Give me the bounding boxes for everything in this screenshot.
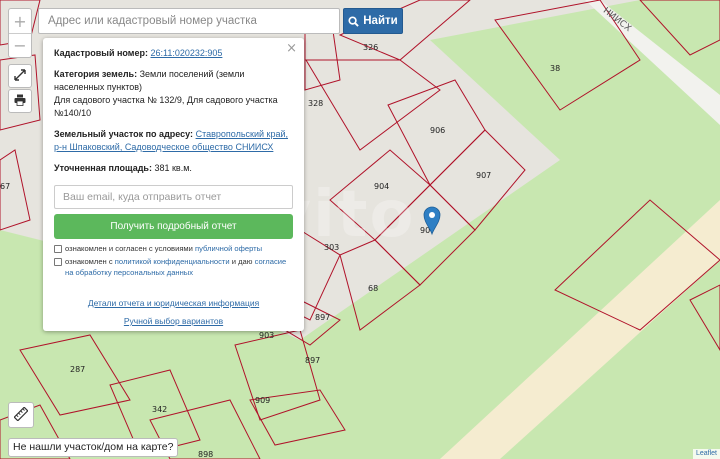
plot-label: 68 <box>368 284 378 293</box>
zoom-in-button[interactable]: + <box>9 9 31 33</box>
area-label: Уточненная площадь: <box>54 163 152 173</box>
category-row: Категория земель: Земли поселений (земли… <box>54 68 293 94</box>
ruler-icon <box>13 406 29 423</box>
search-icon <box>348 15 359 27</box>
public-offer-link[interactable]: публичной оферты <box>195 244 262 253</box>
search-button-label: Найти <box>363 15 398 27</box>
plot-label: 38 <box>550 64 560 73</box>
use-value: Для садового участка № 132/9, Для садово… <box>54 95 278 118</box>
plot-label: 904 <box>374 182 389 191</box>
category-label: Категория земель: <box>54 69 138 79</box>
email-field[interactable] <box>54 185 293 209</box>
zoom-out-button[interactable]: − <box>9 33 31 57</box>
print-icon <box>14 94 26 108</box>
area-value: 381 кв.м. <box>154 163 192 173</box>
consent-privacy-mid: и даю <box>231 257 253 266</box>
attribution-link[interactable]: Leaflet <box>692 449 720 459</box>
not-found-button[interactable]: Не нашли участок/дом на карте? <box>8 438 179 457</box>
get-report-button[interactable]: Получить подробный отчет <box>54 214 293 239</box>
address-row: Земельный участок по адресу: Ставропольс… <box>54 128 293 154</box>
cadastral-label: Кадастровый номер: <box>54 48 148 58</box>
search-input[interactable] <box>38 8 340 34</box>
privacy-policy-link[interactable]: политикой конфиденциальности <box>115 257 230 266</box>
plot-label: 898 <box>198 450 213 459</box>
area-row: Уточненная площадь: 381 кв.м. <box>54 162 293 175</box>
manual-selection-link[interactable]: Ручной выбор вариантов <box>54 316 293 326</box>
consent-offer-text: ознакомлен и согласен с условиями <box>65 244 193 253</box>
consent-offer-row: ознакомлен и согласен с условиями публич… <box>54 243 293 254</box>
cadastral-number-link[interactable]: 26:11:020232:905 <box>150 48 222 58</box>
report-details-link[interactable]: Детали отчета и юридическая информация <box>54 298 293 308</box>
fullscreen-button[interactable] <box>8 64 32 88</box>
consent-privacy-checkbox[interactable] <box>54 258 62 266</box>
consent-offer-checkbox[interactable] <box>54 245 62 253</box>
plot-label: 907 <box>476 171 491 180</box>
plot-label: 328 <box>308 99 323 108</box>
plot-label: 326 <box>363 43 378 52</box>
print-button[interactable] <box>8 89 32 113</box>
cadastral-row: Кадастровый номер: 26:11:020232:905 <box>54 47 293 60</box>
measure-button[interactable] <box>8 402 34 428</box>
plot-label: 906 <box>430 126 445 135</box>
plot-label: 897 <box>315 313 330 322</box>
plot-label: 303 <box>324 243 339 252</box>
expand-icon <box>14 69 26 83</box>
plot-label: 287 <box>70 365 85 374</box>
consent-privacy-text: ознакомлен с <box>65 257 113 266</box>
close-button[interactable]: × <box>286 41 297 56</box>
search-button[interactable]: Найти <box>343 8 403 34</box>
plot-label: 342 <box>152 405 167 414</box>
consent-privacy-row: ознакомлен с политикой конфиденциальност… <box>54 256 293 278</box>
plot-label: 903 <box>259 331 274 340</box>
parcel-info-card: × Кадастровый номер: 26:11:020232:905 Ка… <box>43 38 304 331</box>
address-label: Земельный участок по адресу: <box>54 129 194 139</box>
plot-label: 67 <box>0 182 10 191</box>
plot-label: 897 <box>305 356 320 365</box>
plot-label: 909 <box>255 396 270 405</box>
zoom-control: + − <box>8 8 32 58</box>
search-bar: Найти <box>38 8 403 34</box>
